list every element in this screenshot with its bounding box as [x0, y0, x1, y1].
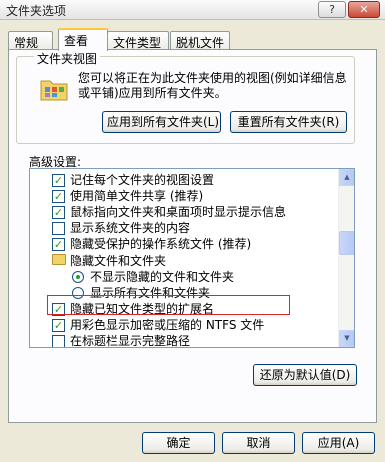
setting-label: 用彩色显示加密或压缩的 NTFS 文件	[70, 318, 265, 332]
checkbox-checked[interactable]: ✓	[52, 174, 65, 187]
checkbox-checked[interactable]: ✓	[52, 206, 65, 219]
scroll-up-icon[interactable]: ▲	[339, 169, 354, 186]
setting-row[interactable]: ✓ 用彩色显示加密或压缩的 NTFS 文件	[30, 317, 336, 333]
folder-views-icon	[40, 80, 68, 101]
apply-to-all-folders-button[interactable]: 应用到所有文件夹(L)	[102, 111, 221, 133]
tab-view[interactable]: 查看	[58, 28, 108, 51]
checkbox-checked[interactable]: ✓	[52, 319, 65, 332]
folder-views-description: 您可以将正在为此文件夹使用的视图(例如详细信息或平铺)应用到所有文件夹。	[78, 71, 347, 100]
ok-button[interactable]: 确定	[142, 432, 215, 454]
radio-selected[interactable]	[72, 271, 84, 283]
setting-label: 隐藏受保护的操作系统文件 (推荐)	[70, 237, 252, 251]
setting-row[interactable]: 隐藏文件和文件夹	[30, 253, 336, 269]
tab-offline-files[interactable]: 脱机文件	[170, 31, 230, 50]
title-bar[interactable]: 文件夹选项 ? ✕	[0, 0, 385, 20]
checkbox-checked[interactable]: ✓	[52, 190, 65, 203]
setting-row[interactable]: 在标题栏显示完整路径	[30, 333, 336, 348]
folder-options-dialog: 文件夹选项 ? ✕ 常规 查看 文件类型 脱机文件 文件夹视图 您可以将正在为此…	[0, 0, 385, 462]
setting-label: 显示系统文件夹的内容	[70, 221, 191, 235]
reset-all-folders-button[interactable]: 重置所有文件夹(R)	[230, 111, 347, 133]
setting-row[interactable]: 显示系统文件夹的内容	[30, 220, 336, 236]
vertical-scrollbar[interactable]: ▲ ▼	[338, 169, 354, 347]
scroll-down-icon[interactable]: ▼	[339, 330, 354, 347]
setting-label: 在标题栏显示完整路径	[70, 334, 191, 348]
setting-row[interactable]: 不显示隐藏的文件和文件夹	[30, 269, 336, 285]
cancel-button[interactable]: 取消	[222, 432, 295, 454]
checkbox-unchecked[interactable]	[52, 222, 65, 235]
window-title: 文件夹选项	[6, 4, 67, 18]
setting-label: 使用简单文件共享 (推荐)	[70, 189, 204, 203]
folder-views-legend: 文件夹视图	[34, 50, 101, 67]
setting-row[interactable]: ✓ 记住每个文件夹的视图设置	[30, 172, 336, 188]
highlight-annotation	[47, 295, 290, 315]
restore-defaults-button[interactable]: 还原为默认值(D)	[253, 364, 357, 386]
setting-label: 隐藏文件和文件夹	[70, 254, 167, 268]
apply-button[interactable]: 应用(A)	[302, 432, 375, 454]
checkbox-unchecked[interactable]	[52, 335, 65, 347]
tab-file-types[interactable]: 文件类型	[107, 31, 169, 50]
setting-label: 不显示隐藏的文件和文件夹	[90, 270, 235, 284]
help-button[interactable]: ?	[318, 1, 346, 18]
folder-icon	[52, 254, 66, 265]
close-button[interactable]: ✕	[348, 1, 380, 18]
setting-label: 鼠标指向文件夹和桌面项时显示提示信息	[70, 205, 287, 219]
scroll-thumb[interactable]	[339, 231, 354, 255]
setting-row[interactable]: ✓ 鼠标指向文件夹和桌面项时显示提示信息	[30, 204, 336, 220]
advanced-settings-list[interactable]: ✓ 记住每个文件夹的视图设置 ✓ 使用简单文件共享 (推荐) ✓ 鼠标指向文件夹和桌面项时…	[29, 168, 355, 348]
setting-label: 记住每个文件夹的视图设置	[70, 173, 215, 187]
tab-general[interactable]: 常规	[8, 31, 53, 50]
setting-row[interactable]: ✓ 使用简单文件共享 (推荐)	[30, 188, 336, 204]
setting-row[interactable]: ✓ 隐藏受保护的操作系统文件 (推荐)	[30, 236, 336, 252]
checkbox-checked[interactable]: ✓	[52, 238, 65, 251]
